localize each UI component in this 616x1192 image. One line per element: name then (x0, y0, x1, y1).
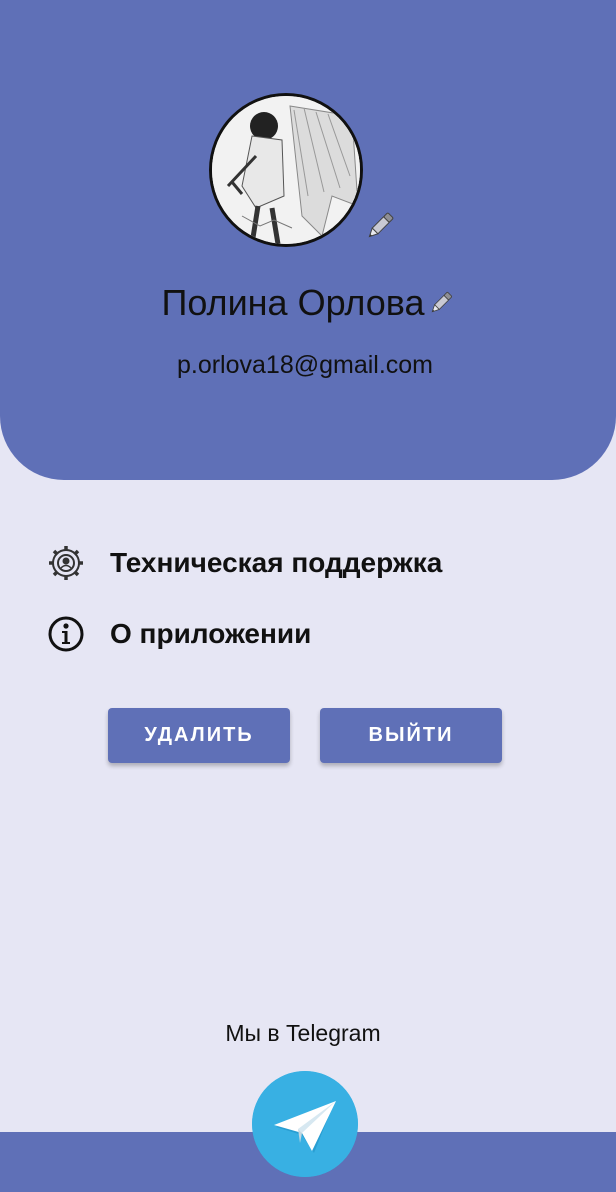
avatar[interactable] (209, 93, 363, 247)
edit-avatar-button[interactable] (363, 209, 397, 243)
menu-item-label: Техническая поддержка (110, 547, 443, 578)
profile-email: p.orlova18@gmail.com (176, 351, 434, 379)
menu-item-label: О приложении (110, 618, 312, 649)
info-icon (46, 614, 86, 654)
profile-name-row: Полина Орлова (0, 282, 616, 324)
telegram-icon (252, 1071, 358, 1177)
profile-name: Полина Орлова (161, 282, 425, 323)
edit-name-button[interactable] (427, 284, 455, 313)
profile-header: Полина Орлова p.orlova18@gmail.com (0, 0, 616, 480)
menu-item-about[interactable]: О приложении (46, 612, 311, 656)
gear-icon (46, 543, 86, 583)
menu-item-support[interactable]: Техническая поддержка (46, 541, 442, 585)
logout-button[interactable]: ВЫЙТИ (320, 708, 502, 763)
delete-account-button[interactable]: УДАЛИТЬ (108, 708, 290, 763)
pencil-icon (431, 292, 452, 313)
pencil-icon (368, 212, 394, 238)
avatar-image (212, 96, 360, 244)
telegram-label: Мы в Telegram (225, 1020, 381, 1046)
telegram-button[interactable] (252, 1071, 358, 1177)
